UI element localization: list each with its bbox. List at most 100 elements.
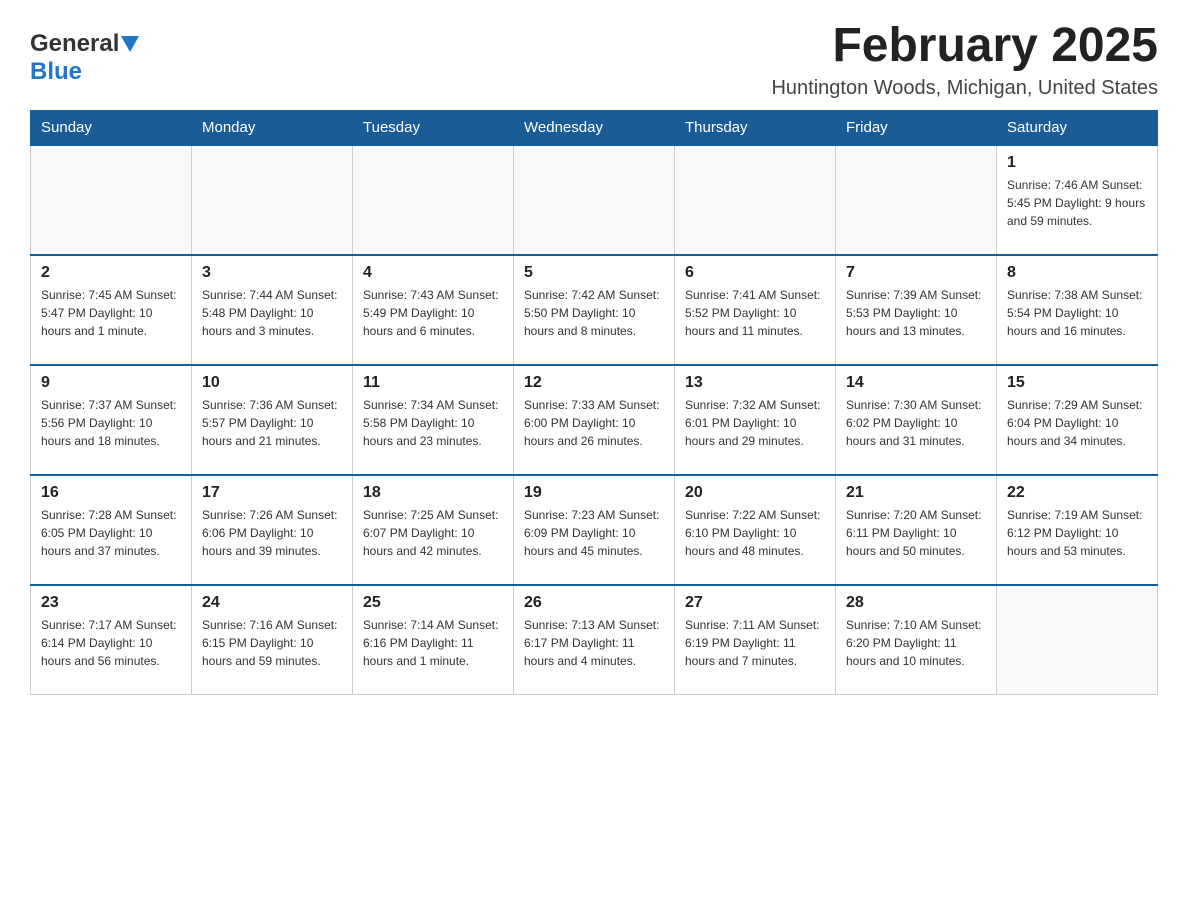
calendar-cell: 17 Sunrise: 7:26 AM Sunset: 6:06 PM Dayli… — [192, 475, 353, 585]
day-number: 23 — [41, 594, 181, 612]
day-number: 7 — [846, 264, 986, 282]
page-header: General Blue February 2025 Huntington Wo… — [30, 20, 1158, 100]
col-thursday: Thursday — [675, 110, 836, 145]
day-info: Sunrise: 7:41 AM Sunset: 5:52 PM Dayligh… — [685, 286, 825, 340]
calendar-cell: 26Sunrise: 7:13 AM Sunset: 6:17 PM Dayli… — [514, 585, 675, 695]
calendar-cell: 6 Sunrise: 7:41 AM Sunset: 5:52 PM Daylig… — [675, 255, 836, 365]
col-tuesday: Tuesday — [353, 110, 514, 145]
calendar-cell: 14 Sunrise: 7:30 AM Sunset: 6:02 PM Dayli… — [836, 365, 997, 475]
calendar-cell — [675, 145, 836, 255]
day-number: 20 — [685, 484, 825, 502]
day-number: 5 — [524, 264, 664, 282]
day-number: 12 — [524, 374, 664, 392]
day-info: Sunrise: 7:17 AM Sunset: 6:14 PM Dayligh… — [41, 616, 181, 670]
calendar-cell: 23 Sunrise: 7:17 AM Sunset: 6:14 PM Dayli… — [31, 585, 192, 695]
day-number: 14 — [846, 374, 986, 392]
calendar-cell: 8 Sunrise: 7:38 AM Sunset: 5:54 PM Daylig… — [997, 255, 1158, 365]
day-info: Sunrise: 7:42 AM Sunset: 5:50 PM Dayligh… — [524, 286, 664, 340]
calendar-cell: 3 Sunrise: 7:44 AM Sunset: 5:48 PM Daylig… — [192, 255, 353, 365]
day-info: Sunrise: 7:32 AM Sunset: 6:01 PM Dayligh… — [685, 396, 825, 450]
col-wednesday: Wednesday — [514, 110, 675, 145]
col-sunday: Sunday — [31, 110, 192, 145]
calendar-cell: 12 Sunrise: 7:33 AM Sunset: 6:00 PM Dayli… — [514, 365, 675, 475]
day-number: 10 — [202, 374, 342, 392]
calendar-cell — [997, 585, 1158, 695]
day-number: 28 — [846, 594, 986, 612]
day-info: Sunrise: 7:22 AM Sunset: 6:10 PM Dayligh… — [685, 506, 825, 560]
calendar-cell: 10 Sunrise: 7:36 AM Sunset: 5:57 PM Dayli… — [192, 365, 353, 475]
day-info: Sunrise: 7:44 AM Sunset: 5:48 PM Dayligh… — [202, 286, 342, 340]
logo-general-text: General — [30, 30, 119, 58]
calendar-week-row: 2 Sunrise: 7:45 AM Sunset: 5:47 PM Daylig… — [31, 255, 1158, 365]
day-info: Sunrise: 7:39 AM Sunset: 5:53 PM Dayligh… — [846, 286, 986, 340]
logo-triangle-icon — [121, 36, 139, 54]
col-saturday: Saturday — [997, 110, 1158, 145]
day-info: Sunrise: 7:38 AM Sunset: 5:54 PM Dayligh… — [1007, 286, 1147, 340]
calendar-week-row: 1 Sunrise: 7:46 AM Sunset: 5:45 PM Daylig… — [31, 145, 1158, 255]
day-info: Sunrise: 7:25 AM Sunset: 6:07 PM Dayligh… — [363, 506, 503, 560]
calendar-cell — [514, 145, 675, 255]
day-info: Sunrise: 7:43 AM Sunset: 5:49 PM Dayligh… — [363, 286, 503, 340]
day-info: Sunrise: 7:10 AM Sunset: 6:20 PM Dayligh… — [846, 616, 986, 670]
day-info: Sunrise: 7:33 AM Sunset: 6:00 PM Dayligh… — [524, 396, 664, 450]
calendar-cell: 13 Sunrise: 7:32 AM Sunset: 6:01 PM Dayli… — [675, 365, 836, 475]
day-number: 27 — [685, 594, 825, 612]
title-area: February 2025 Huntington Woods, Michigan… — [771, 20, 1158, 100]
calendar-cell: 21Sunrise: 7:20 AM Sunset: 6:11 PM Dayli… — [836, 475, 997, 585]
day-info: Sunrise: 7:36 AM Sunset: 5:57 PM Dayligh… — [202, 396, 342, 450]
day-number: 3 — [202, 264, 342, 282]
day-number: 11 — [363, 374, 503, 392]
logo-blue-text: Blue — [30, 58, 82, 85]
calendar-header-row: Sunday Monday Tuesday Wednesday Thursday… — [31, 110, 1158, 145]
calendar-cell — [31, 145, 192, 255]
day-number: 6 — [685, 264, 825, 282]
day-number: 13 — [685, 374, 825, 392]
calendar-cell: 5 Sunrise: 7:42 AM Sunset: 5:50 PM Daylig… — [514, 255, 675, 365]
calendar-table: Sunday Monday Tuesday Wednesday Thursday… — [30, 110, 1158, 696]
day-info: Sunrise: 7:46 AM Sunset: 5:45 PM Dayligh… — [1007, 176, 1147, 230]
day-number: 2 — [41, 264, 181, 282]
day-info: Sunrise: 7:28 AM Sunset: 6:05 PM Dayligh… — [41, 506, 181, 560]
day-number: 26 — [524, 594, 664, 612]
day-info: Sunrise: 7:19 AM Sunset: 6:12 PM Dayligh… — [1007, 506, 1147, 560]
day-number: 18 — [363, 484, 503, 502]
calendar-week-row: 16 Sunrise: 7:28 AM Sunset: 6:05 PM Dayli… — [31, 475, 1158, 585]
day-info: Sunrise: 7:30 AM Sunset: 6:02 PM Dayligh… — [846, 396, 986, 450]
day-number: 22 — [1007, 484, 1147, 502]
day-info: Sunrise: 7:11 AM Sunset: 6:19 PM Dayligh… — [685, 616, 825, 670]
day-info: Sunrise: 7:26 AM Sunset: 6:06 PM Dayligh… — [202, 506, 342, 560]
col-monday: Monday — [192, 110, 353, 145]
day-info: Sunrise: 7:14 AM Sunset: 6:16 PM Dayligh… — [363, 616, 503, 670]
day-info: Sunrise: 7:23 AM Sunset: 6:09 PM Dayligh… — [524, 506, 664, 560]
calendar-week-row: 23 Sunrise: 7:17 AM Sunset: 6:14 PM Dayli… — [31, 585, 1158, 695]
day-number: 1 — [1007, 154, 1147, 172]
location-title: Huntington Woods, Michigan, United State… — [771, 77, 1158, 100]
calendar-cell — [192, 145, 353, 255]
calendar-cell: 11Sunrise: 7:34 AM Sunset: 5:58 PM Dayli… — [353, 365, 514, 475]
calendar-cell: 25Sunrise: 7:14 AM Sunset: 6:16 PM Dayli… — [353, 585, 514, 695]
calendar-cell: 16 Sunrise: 7:28 AM Sunset: 6:05 PM Dayli… — [31, 475, 192, 585]
day-number: 8 — [1007, 264, 1147, 282]
calendar-cell: 22 Sunrise: 7:19 AM Sunset: 6:12 PM Dayli… — [997, 475, 1158, 585]
day-number: 15 — [1007, 374, 1147, 392]
calendar-week-row: 9 Sunrise: 7:37 AM Sunset: 5:56 PM Daylig… — [31, 365, 1158, 475]
calendar-cell — [353, 145, 514, 255]
day-number: 17 — [202, 484, 342, 502]
day-info: Sunrise: 7:16 AM Sunset: 6:15 PM Dayligh… — [202, 616, 342, 670]
calendar-cell: 15 Sunrise: 7:29 AM Sunset: 6:04 PM Dayli… — [997, 365, 1158, 475]
day-number: 4 — [363, 264, 503, 282]
calendar-cell: 27 Sunrise: 7:11 AM Sunset: 6:19 PM Dayli… — [675, 585, 836, 695]
calendar-cell: 4 Sunrise: 7:43 AM Sunset: 5:49 PM Daylig… — [353, 255, 514, 365]
month-title: February 2025 — [771, 20, 1158, 73]
calendar-cell — [836, 145, 997, 255]
day-number: 9 — [41, 374, 181, 392]
day-info: Sunrise: 7:45 AM Sunset: 5:47 PM Dayligh… — [41, 286, 181, 340]
calendar-cell: 1 Sunrise: 7:46 AM Sunset: 5:45 PM Daylig… — [997, 145, 1158, 255]
day-number: 16 — [41, 484, 181, 502]
day-number: 19 — [524, 484, 664, 502]
col-friday: Friday — [836, 110, 997, 145]
day-info: Sunrise: 7:37 AM Sunset: 5:56 PM Dayligh… — [41, 396, 181, 450]
day-info: Sunrise: 7:29 AM Sunset: 6:04 PM Dayligh… — [1007, 396, 1147, 450]
calendar-cell: 24 Sunrise: 7:16 AM Sunset: 6:15 PM Dayli… — [192, 585, 353, 695]
day-number: 24 — [202, 594, 342, 612]
